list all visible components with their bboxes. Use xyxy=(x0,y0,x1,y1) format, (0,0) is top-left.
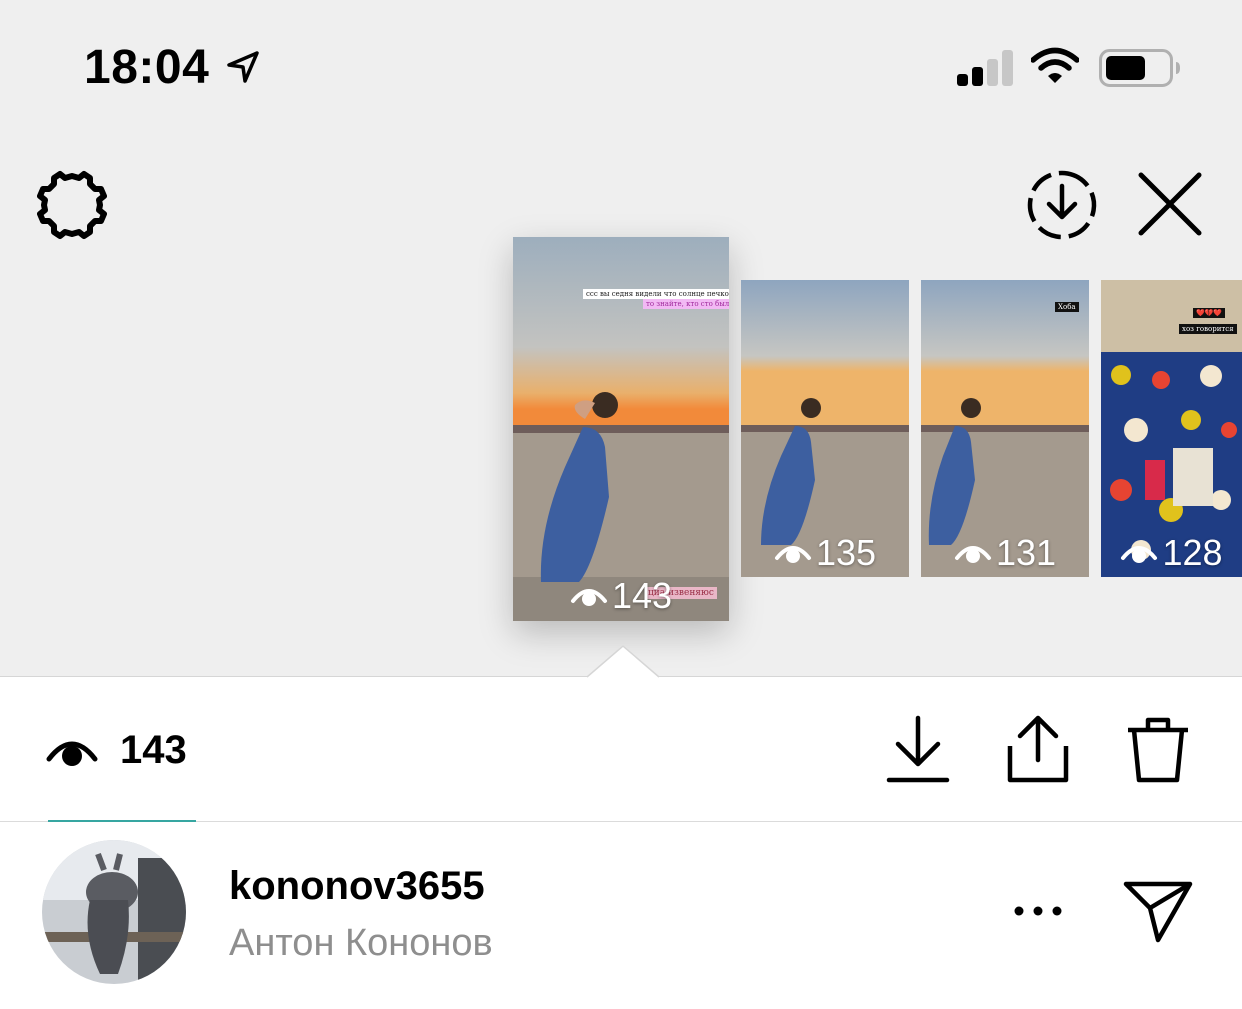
views-tab-indicator xyxy=(48,820,196,822)
view-count: 143 xyxy=(120,728,187,772)
story-thumbnail[interactable]: Хоба 131 xyxy=(921,280,1089,577)
viewer-full-name: Антон Кононов xyxy=(229,922,493,964)
story-text-overlay: то знайте, кто сто было я xyxy=(643,299,729,309)
selection-pointer xyxy=(587,645,659,681)
download-icon[interactable] xyxy=(886,714,950,784)
story-thumbnail[interactable]: ccc вы седня видели что солнце печкоко т… xyxy=(513,237,729,621)
circle-download-icon[interactable] xyxy=(1025,168,1099,242)
location-arrow-icon xyxy=(227,51,259,83)
story-view-count: 135 xyxy=(741,532,909,574)
status-time: 18:04 xyxy=(84,41,210,94)
wifi-icon xyxy=(1031,47,1079,83)
story-text-overlay: ❤️💔❤️ xyxy=(1193,308,1226,318)
story-text-overlay: Хоба xyxy=(1055,302,1079,312)
viewer-username[interactable]: kononov3655 xyxy=(229,864,485,909)
eye-icon xyxy=(570,589,607,606)
story-thumbnail[interactable]: 135 xyxy=(741,280,909,577)
eye-icon xyxy=(954,546,991,563)
battery-icon xyxy=(1099,49,1180,87)
eye-icon xyxy=(1121,546,1158,563)
send-message-icon[interactable] xyxy=(1122,878,1194,944)
story-thumbnail[interactable]: ❤️💔❤️ хоз говорится 128 xyxy=(1101,280,1242,577)
close-icon[interactable] xyxy=(1138,172,1202,236)
signal-icon xyxy=(957,50,1013,86)
story-view-count: 128 xyxy=(1101,532,1242,574)
share-icon[interactable] xyxy=(1006,714,1070,784)
story-view-number: 131 xyxy=(995,532,1057,573)
trash-icon[interactable] xyxy=(1126,714,1190,784)
story-view-count: 143 xyxy=(513,575,729,617)
views-summary[interactable]: 143 xyxy=(46,728,187,773)
story-text-overlay: ccc вы седня видели что солнце печкоко xyxy=(583,289,729,299)
eye-icon xyxy=(774,546,811,563)
story-view-number: 135 xyxy=(815,532,877,573)
story-text-overlay: хоз говорится xyxy=(1179,324,1237,334)
story-view-number: 143 xyxy=(611,575,673,616)
gear-icon[interactable] xyxy=(37,170,107,240)
more-options-icon[interactable] xyxy=(1013,900,1063,922)
avatar[interactable] xyxy=(42,840,186,984)
story-view-count: 131 xyxy=(921,532,1089,574)
eye-icon xyxy=(46,741,98,766)
story-view-number: 128 xyxy=(1162,532,1223,573)
